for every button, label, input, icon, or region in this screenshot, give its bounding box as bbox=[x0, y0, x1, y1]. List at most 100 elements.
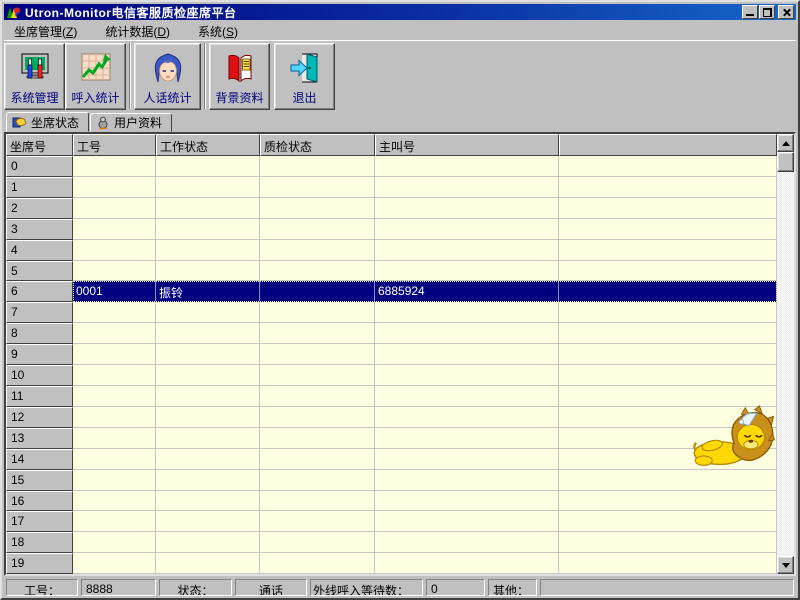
row-header-seat-number[interactable]: 2 bbox=[6, 198, 73, 219]
row-data[interactable] bbox=[73, 365, 777, 386]
table-row[interactable]: 10 bbox=[6, 365, 777, 386]
table-row[interactable]: 13 bbox=[6, 428, 777, 449]
close-button[interactable] bbox=[778, 5, 794, 19]
row-header-seat-number[interactable]: 1 bbox=[6, 177, 73, 198]
row-header-seat-number[interactable]: 3 bbox=[6, 219, 73, 240]
cell-worker-id[interactable] bbox=[73, 511, 156, 532]
cell-qc-status[interactable] bbox=[260, 219, 375, 240]
column-header-seat[interactable]: 坐席号 bbox=[6, 134, 73, 156]
row-data[interactable] bbox=[73, 198, 777, 219]
cell-qc-status[interactable] bbox=[260, 428, 375, 449]
cell-work-status[interactable] bbox=[156, 449, 260, 470]
tab-user-info[interactable]: 用户资料 bbox=[90, 113, 172, 132]
row-header-seat-number[interactable]: 5 bbox=[6, 261, 73, 282]
row-header-seat-number[interactable]: 6 bbox=[6, 281, 73, 302]
scroll-down-button[interactable] bbox=[777, 556, 794, 574]
cell-worker-id[interactable] bbox=[73, 302, 156, 323]
restore-button[interactable] bbox=[759, 5, 775, 19]
row-header-seat-number[interactable]: 11 bbox=[6, 386, 73, 407]
cell-caller-number[interactable] bbox=[375, 302, 559, 323]
table-row[interactable]: 5 bbox=[6, 261, 777, 282]
exit-button[interactable]: 退出 bbox=[274, 43, 335, 110]
cell-work-status[interactable] bbox=[156, 219, 260, 240]
cell-qc-status[interactable] bbox=[260, 532, 375, 553]
cell-work-status[interactable]: 振铃 bbox=[156, 281, 260, 302]
cell-caller-number[interactable] bbox=[375, 344, 559, 365]
cell-worker-id[interactable] bbox=[73, 428, 156, 449]
table-row[interactable]: 11 bbox=[6, 386, 777, 407]
cell-worker-id[interactable] bbox=[73, 323, 156, 344]
cell-worker-id[interactable] bbox=[73, 198, 156, 219]
cell-work-status[interactable] bbox=[156, 407, 260, 428]
cell-worker-id[interactable] bbox=[73, 156, 156, 177]
row-data[interactable] bbox=[73, 532, 777, 553]
tab-seat-status[interactable]: 坐席状态 bbox=[6, 112, 89, 132]
row-header-seat-number[interactable]: 0 bbox=[6, 156, 73, 177]
cell-qc-status[interactable] bbox=[260, 240, 375, 261]
cell-caller-number[interactable] bbox=[375, 407, 559, 428]
cell-caller-number[interactable] bbox=[375, 386, 559, 407]
cell-qc-status[interactable] bbox=[260, 386, 375, 407]
cell-caller-number[interactable] bbox=[375, 198, 559, 219]
row-data[interactable] bbox=[73, 323, 777, 344]
row-header-seat-number[interactable]: 16 bbox=[6, 491, 73, 512]
row-data[interactable] bbox=[73, 511, 777, 532]
cell-caller-number[interactable] bbox=[375, 532, 559, 553]
table-row[interactable]: 2 bbox=[6, 198, 777, 219]
cell-qc-status[interactable] bbox=[260, 177, 375, 198]
row-header-seat-number[interactable]: 17 bbox=[6, 511, 73, 532]
row-data[interactable] bbox=[73, 470, 777, 491]
cell-work-status[interactable] bbox=[156, 156, 260, 177]
row-data[interactable] bbox=[73, 553, 777, 574]
cell-caller-number[interactable] bbox=[375, 219, 559, 240]
row-header-seat-number[interactable]: 9 bbox=[6, 344, 73, 365]
cell-caller-number[interactable] bbox=[375, 449, 559, 470]
table-row[interactable]: 4 bbox=[6, 240, 777, 261]
system-manage-button[interactable]: 系统管理 bbox=[4, 43, 65, 110]
table-row[interactable]: 0 bbox=[6, 156, 777, 177]
table-row[interactable]: 17 bbox=[6, 511, 777, 532]
column-header-qc-status[interactable]: 质检状态 bbox=[260, 134, 375, 156]
cell-qc-status[interactable] bbox=[260, 156, 375, 177]
table-row[interactable]: 8 bbox=[6, 323, 777, 344]
table-row[interactable]: 3 bbox=[6, 219, 777, 240]
cell-qc-status[interactable] bbox=[260, 365, 375, 386]
row-header-seat-number[interactable]: 15 bbox=[6, 470, 73, 491]
row-data[interactable] bbox=[73, 240, 777, 261]
cell-work-status[interactable] bbox=[156, 302, 260, 323]
column-header-caller[interactable]: 主叫号 bbox=[375, 134, 559, 156]
cell-qc-status[interactable] bbox=[260, 491, 375, 512]
table-row[interactable]: 7 bbox=[6, 302, 777, 323]
cell-caller-number[interactable] bbox=[375, 553, 559, 574]
cell-work-status[interactable] bbox=[156, 511, 260, 532]
cell-qc-status[interactable] bbox=[260, 407, 375, 428]
table-row[interactable]: 18 bbox=[6, 532, 777, 553]
row-data[interactable] bbox=[73, 302, 777, 323]
row-data[interactable] bbox=[73, 449, 777, 470]
cell-work-status[interactable] bbox=[156, 553, 260, 574]
row-header-seat-number[interactable]: 13 bbox=[6, 428, 73, 449]
cell-worker-id[interactable] bbox=[73, 344, 156, 365]
table-row[interactable]: 6 0001 振铃 6885924 bbox=[6, 281, 777, 302]
incoming-stats-button[interactable]: 呼入统计 bbox=[65, 43, 126, 110]
menu-item-system[interactable]: 系统(S) bbox=[192, 21, 244, 42]
cell-qc-status[interactable] bbox=[260, 511, 375, 532]
table-row[interactable]: 19 bbox=[6, 553, 777, 574]
cell-worker-id[interactable] bbox=[73, 532, 156, 553]
row-header-seat-number[interactable]: 14 bbox=[6, 449, 73, 470]
cell-worker-id[interactable] bbox=[73, 219, 156, 240]
row-data[interactable] bbox=[73, 177, 777, 198]
cell-worker-id[interactable] bbox=[73, 407, 156, 428]
scrollbar-thumb[interactable] bbox=[777, 152, 794, 172]
cell-worker-id[interactable] bbox=[73, 449, 156, 470]
cell-caller-number[interactable] bbox=[375, 470, 559, 491]
row-data[interactable] bbox=[73, 407, 777, 428]
agent-talk-stats-button[interactable]: 人话统计 bbox=[134, 43, 201, 110]
row-data[interactable] bbox=[73, 156, 777, 177]
cell-worker-id[interactable] bbox=[73, 386, 156, 407]
cell-work-status[interactable] bbox=[156, 365, 260, 386]
cell-work-status[interactable] bbox=[156, 491, 260, 512]
cell-work-status[interactable] bbox=[156, 386, 260, 407]
minimize-button[interactable] bbox=[742, 5, 758, 19]
row-data[interactable] bbox=[73, 428, 777, 449]
